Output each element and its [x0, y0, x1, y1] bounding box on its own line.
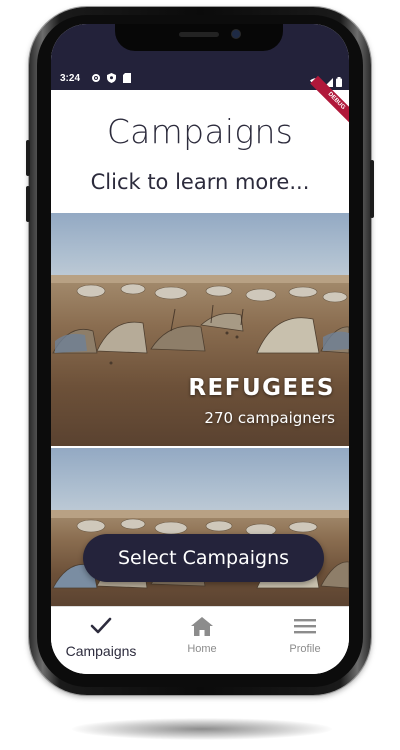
phone-volume-down-button	[26, 186, 30, 222]
refugee-camp-image	[51, 510, 349, 589]
select-campaigns-button[interactable]: Select Campaigns	[83, 534, 324, 582]
campaign-title: REFUGEES	[188, 375, 335, 401]
front-camera	[232, 30, 240, 38]
campaign-count: 270 campaigners	[204, 409, 335, 427]
settings-gear-icon	[91, 73, 101, 86]
phone-power-button	[370, 160, 374, 218]
bottom-nav: Campaigns Home Profile	[51, 606, 349, 674]
app-screen: 3:24 DEBUG Campaigns Click to learn more…	[51, 24, 349, 674]
page-title: Campaigns	[106, 112, 294, 151]
nav-item-home[interactable]: Home	[152, 615, 252, 655]
floor-shadow	[72, 718, 332, 740]
page-subtitle: Click to learn more...	[90, 170, 310, 194]
sd-card-icon	[123, 73, 131, 86]
phone-volume-up-button	[26, 140, 30, 176]
home-icon	[190, 617, 214, 641]
campaign-card[interactable]: REFUGEES 270 campaigners	[51, 213, 349, 446]
nav-label-campaigns: Campaigns	[65, 643, 137, 659]
nav-label-home: Home	[187, 643, 217, 655]
shield-icon	[107, 73, 116, 86]
phone-notch	[115, 24, 283, 51]
nav-item-profile[interactable]: Profile	[255, 615, 349, 655]
campaign-card[interactable]	[51, 448, 349, 608]
speaker-grille	[179, 32, 219, 37]
status-time: 3:24	[60, 73, 81, 84]
check-icon	[89, 617, 113, 641]
nav-item-campaigns[interactable]: Campaigns	[51, 615, 151, 659]
battery-icon	[336, 72, 342, 91]
menu-icon	[293, 619, 317, 641]
nav-label-profile: Profile	[289, 643, 321, 655]
status-bar: 3:24	[51, 24, 349, 90]
